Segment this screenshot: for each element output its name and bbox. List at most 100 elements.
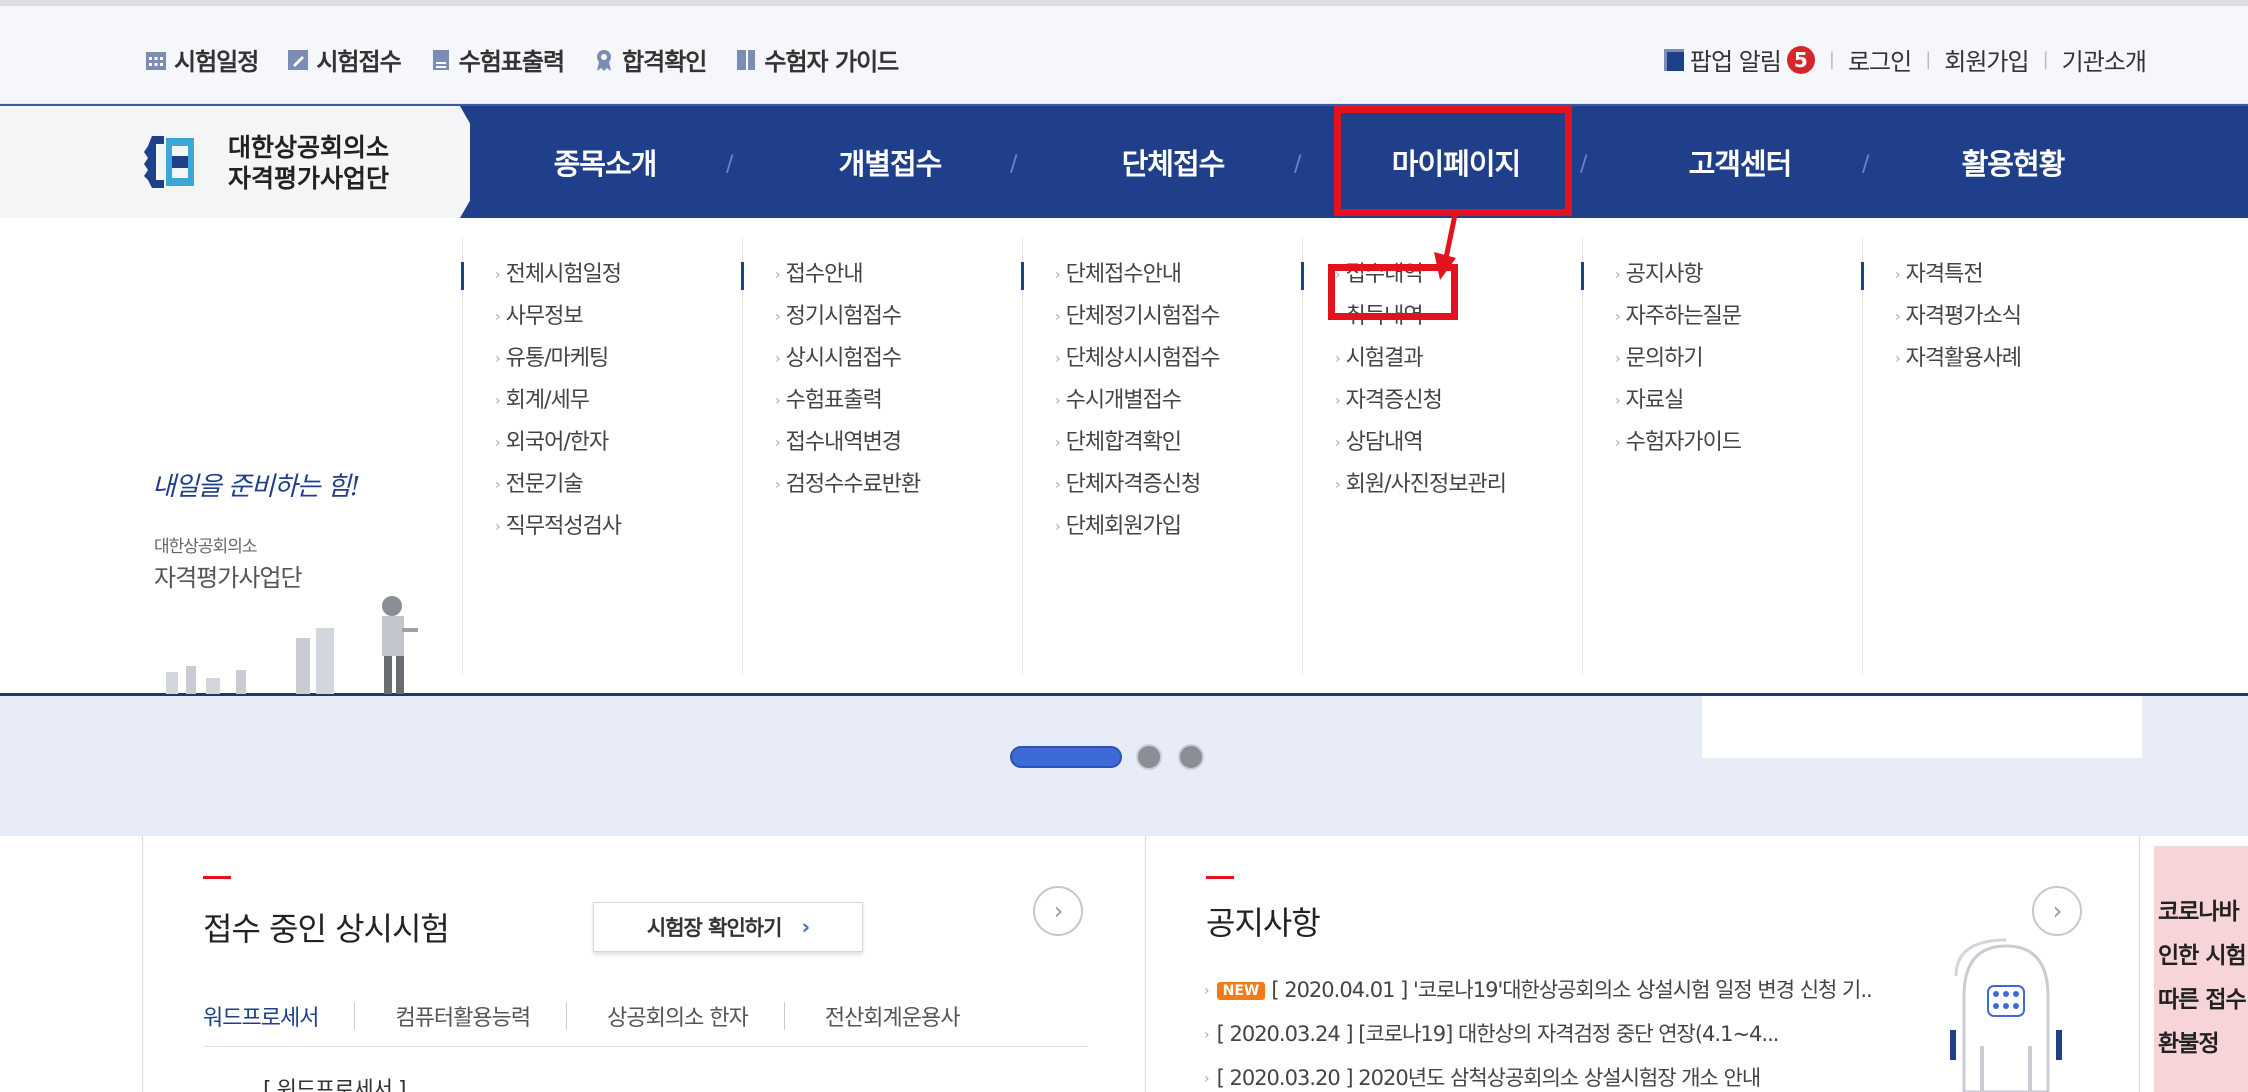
submenu-item[interactable]: 자격특전 <box>1895 254 2021 296</box>
nav-item-group[interactable]: 단체접수 <box>1088 106 1258 218</box>
slider-dot[interactable] <box>1178 744 1204 770</box>
submenu-item[interactable]: 수험표출력 <box>775 380 920 422</box>
slider-dot[interactable] <box>1136 744 1162 770</box>
check-venue-label: 시험장 확인하기 <box>646 916 783 940</box>
submenu-item[interactable]: 시험결과 <box>1335 338 1506 380</box>
util-ticket-label: 수험표출력 <box>458 48 565 76</box>
tab-word-processor[interactable]: 워드프로세서 <box>203 1000 354 1032</box>
section-label: [ 워드프로세서 ] <box>263 1078 407 1092</box>
tab-computer-skills[interactable]: 컴퓨터활용능력 <box>395 1000 566 1032</box>
mypage-highlight-box <box>1334 106 1572 216</box>
submenu-item[interactable]: 전문기술 <box>495 464 621 506</box>
submenu-item[interactable]: 단체정기시험접수 <box>1055 296 1221 338</box>
divider: | <box>1828 49 1835 70</box>
tab-underline <box>203 1046 1087 1047</box>
slider-pager <box>1010 744 1220 770</box>
submenu-item[interactable]: 단체자격증신청 <box>1055 464 1220 506</box>
more-button[interactable]: › <box>1033 886 1083 936</box>
column-marker <box>1021 262 1024 290</box>
submenu-individual: 접수안내 정기시험접수 상시시험접수 수험표출력 접수내역변경 검정수수료반환 <box>741 238 1018 674</box>
submenu-item[interactable]: 단체합격확인 <box>1055 422 1220 464</box>
popup-link[interactable]: 팝업 알림 <box>1690 42 1782 77</box>
submenu-item[interactable]: 접수내역변경 <box>775 422 920 464</box>
submenu-item[interactable]: 수험자가이드 <box>1615 422 1742 464</box>
notices-panel: 공지사항 › NEW [ 2020.04.01 ] '코로나19'대한상공회의소 … <box>1146 836 2140 1092</box>
util-guide-link[interactable]: 수험자 가이드 <box>734 42 899 77</box>
tab-accounting[interactable]: 전산회계운용사 <box>825 1000 996 1032</box>
submenu-item[interactable]: 회원/사진정보관리 <box>1335 464 1507 506</box>
more-button[interactable]: › <box>2032 886 2082 936</box>
util-ticket-link[interactable]: 수험표출력 <box>429 42 565 77</box>
check-venue-button[interactable]: 시험장 확인하기 › <box>593 902 863 952</box>
submenu-item[interactable]: 전체시험일정 <box>495 254 622 296</box>
submenu-item[interactable]: 검정수수료반환 <box>775 464 922 506</box>
submenu-item[interactable]: 수시개별접수 <box>1055 380 1220 422</box>
chevron-right-icon: › <box>801 915 810 939</box>
util-apply-link[interactable]: 시험접수 <box>286 42 402 77</box>
submenu-item[interactable]: 회계/세무 <box>495 380 621 422</box>
calendar-icon <box>144 48 168 72</box>
util-schedule-link[interactable]: 시험일정 <box>144 42 259 77</box>
notice-item[interactable]: [ 2020.03.20 ] 2020년도 삼척상공회의소 상설시험장 개소 안… <box>1204 1056 1872 1092</box>
side-banner-line: 코로나바 <box>2158 899 2240 925</box>
tab-hanja[interactable]: 상공회의소 한자 <box>607 1000 784 1032</box>
notice-item[interactable]: NEW [ 2020.04.01 ] '코로나19'대한상공회의소 상설시험 일정… <box>1204 968 1873 1012</box>
new-badge: NEW <box>1216 982 1266 1000</box>
exam-tabs: 워드프로세서 컴퓨터활용능력 상공회의소 한자 전산회계운용사 <box>203 1000 996 1032</box>
submenu-item[interactable]: 자격활용사례 <box>1895 338 2022 380</box>
util-apply-label: 시험접수 <box>316 48 401 76</box>
util-pass-label: 합격확인 <box>622 48 707 76</box>
submenu-item[interactable]: 문의하기 <box>1615 338 1741 380</box>
signup-link[interactable]: 회원가입 <box>1944 42 2029 77</box>
notice-item[interactable]: [ 2020.03.24 ] [코로나19] 대한상의 자격검정 중단 연장(4… <box>1204 1012 1872 1056</box>
submenu-item[interactable]: 공지사항 <box>1615 254 1741 296</box>
nav-item-usage[interactable]: 활용현황 <box>1928 106 2098 218</box>
nav-menu: 종목소개 / 개별접수 / 단체접수 / 마이페이지 / 고객센터 / 활용현황 <box>0 106 2248 218</box>
submenu-item[interactable]: 직무적성검사 <box>495 506 622 548</box>
tab-divider <box>566 1002 568 1030</box>
notices-title: 공지사항 <box>1206 904 1321 942</box>
submenu-products: 전체시험일정 사무정보 유통/마케팅 회계/세무 외국어/한자 전문기술 직무적… <box>461 238 738 674</box>
popup-count-badge: 5 <box>1786 45 1815 74</box>
column-marker <box>1581 262 1584 290</box>
annotation-arrow-icon <box>1434 209 1459 280</box>
login-link[interactable]: 로그인 <box>1848 42 1912 77</box>
notice-text: [ 2020.04.01 ] '코로나19'대한상공회의소 상설시험 일정 변경… <box>1271 978 1872 1002</box>
submenu-item[interactable]: 단체상시시험접수 <box>1055 338 1221 380</box>
column-marker <box>461 262 464 290</box>
submenu-item[interactable]: 유통/마케팅 <box>495 338 621 380</box>
nav-divider: / <box>1294 152 1301 177</box>
util-pass-link[interactable]: 합격확인 <box>592 42 707 77</box>
ongoing-exams-title: 접수 중인 상시시험 <box>203 910 450 948</box>
util-guide-label: 수험자 가이드 <box>764 48 899 76</box>
submenu-item[interactable]: 접수안내 <box>775 254 920 296</box>
nav-item-individual[interactable]: 개별접수 <box>805 106 975 218</box>
submenu-item[interactable]: 자격평가소식 <box>1895 296 2022 338</box>
submenu-item[interactable]: 단체접수안내 <box>1055 254 1220 296</box>
submenu-item[interactable]: 상시시험접수 <box>775 338 920 380</box>
nav-item-products[interactable]: 종목소개 <box>520 106 690 218</box>
side-banner-line: 따른 접수 <box>2158 987 2247 1013</box>
submenu-item[interactable]: 자료실 <box>1615 380 1741 422</box>
nav-divider: / <box>1580 152 1587 177</box>
slider-dot-active[interactable] <box>1010 746 1122 768</box>
submenu-item[interactable]: 외국어/한자 <box>495 422 621 464</box>
submenu-item[interactable]: 상담내역 <box>1335 422 1506 464</box>
card-icon <box>429 48 453 72</box>
submenu-item[interactable]: 자주하는질문 <box>1615 296 1742 338</box>
nav-item-support[interactable]: 고객센터 <box>1655 106 1825 218</box>
mega-menu: 내일을 준비하는 힘! 대한상공회의소 자격평가사업단 전체시험일정 사무정보 … <box>0 218 2248 696</box>
submenu-item[interactable]: 정기시험접수 <box>775 296 920 338</box>
submenu-item[interactable]: 자격증신청 <box>1335 380 1506 422</box>
submenu-group: 단체접수안내 단체정기시험접수 단체상시시험접수 수시개별접수 단체합격확인 단… <box>1021 238 1298 674</box>
submenu-item[interactable]: 사무정보 <box>495 296 621 338</box>
notice-list: NEW [ 2020.04.01 ] '코로나19'대한상공회의소 상설시험 일정… <box>1204 968 1873 1092</box>
side-banner[interactable]: 코로나바 인한 시험 따른 접수 환불정 <box>2154 846 2248 1092</box>
about-link[interactable]: 기관소개 <box>2062 42 2147 77</box>
column-marker <box>741 262 744 290</box>
divider: | <box>2042 49 2049 70</box>
utility-bar: 시험일정 시험접수 수험표출력 합격확인 수험자 가이드 팝업 알림 5 | 로… <box>0 6 2248 104</box>
pen-icon <box>286 48 310 72</box>
utility-right: 팝업 알림 5 | 로그인 | 회원가입 | 기관소개 <box>1663 42 2147 77</box>
submenu-item[interactable]: 단체회원가입 <box>1055 506 1220 548</box>
